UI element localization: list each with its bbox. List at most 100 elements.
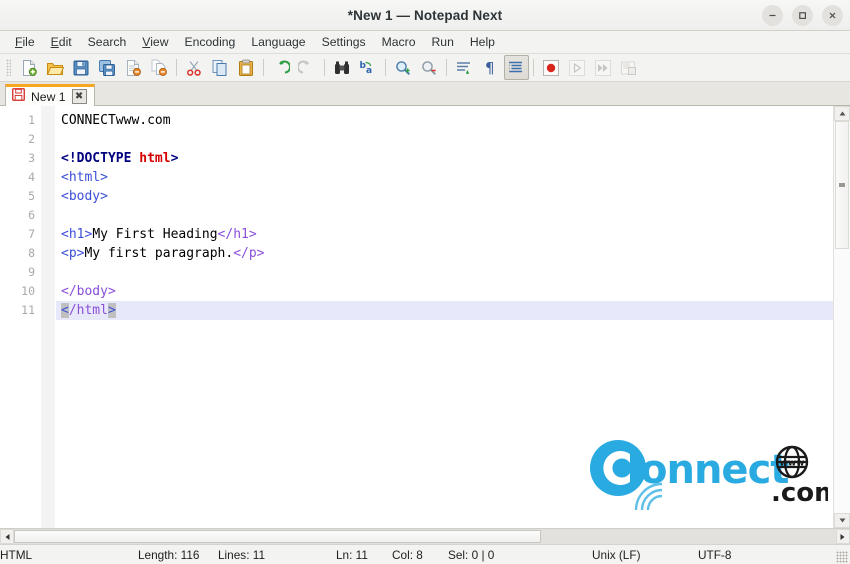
logo-signal-waves <box>634 482 663 511</box>
save-all-icon[interactable] <box>95 55 120 80</box>
tab-new-1[interactable]: New 1 ✖ <box>5 84 95 106</box>
notepad-next-window: *New 1 — Notepad Next File Edit Search V… <box>0 0 850 564</box>
status-lines: Lines: 11 <box>218 547 266 562</box>
fast-playback-icon[interactable] <box>591 55 616 80</box>
tab-label: New 1 <box>31 89 66 104</box>
code-line[interactable] <box>56 130 850 149</box>
scroll-up-arrow-icon[interactable] <box>834 106 850 121</box>
menu-item-help[interactable]: Help <box>462 33 503 51</box>
status-eol[interactable]: Unix (LF) <box>592 548 641 562</box>
toolbar-separator <box>263 59 264 76</box>
code-token: <h1> <box>61 227 93 242</box>
toolbar-drag-handle[interactable] <box>6 59 11 76</box>
close-file-icon[interactable] <box>121 55 146 80</box>
editor-container: 1 2 3 4 5 6 7 8 9 10 11 CONNECTwww.com <… <box>0 106 850 544</box>
code-token: </h1> <box>217 227 257 242</box>
paste-clipboard-icon[interactable] <box>234 55 259 80</box>
status-sel: Sel: 0 | 0 <box>448 547 495 562</box>
code-line[interactable] <box>56 263 850 282</box>
menu-item-run[interactable]: Run <box>424 33 462 51</box>
maximize-button[interactable] <box>792 4 813 26</box>
replace-icon[interactable]: b a <box>356 55 381 80</box>
menu-item-search[interactable]: Search <box>80 33 135 51</box>
logo-domain-text: .com <box>771 478 828 508</box>
scroll-right-arrow-icon[interactable] <box>836 529 850 544</box>
open-folder-icon[interactable] <box>43 55 68 80</box>
horizontal-scrollbar[interactable] <box>0 528 850 544</box>
line-number: 4 <box>28 170 35 184</box>
menu-item-settings[interactable]: Settings <box>314 33 374 51</box>
status-bar: HTML Length: 116 Lines: 11 Ln: 11 Col: 8… <box>0 544 850 564</box>
code-token: <p> <box>61 246 85 261</box>
code-line[interactable]: <body> <box>56 187 850 206</box>
resize-grip[interactable] <box>836 551 848 563</box>
horizontal-scroll-thumb[interactable] <box>14 530 541 543</box>
status-length: Length: 116 <box>138 547 200 562</box>
save-icon[interactable] <box>69 55 94 80</box>
code-token: <html> <box>61 170 108 185</box>
logo-wordmark: onnect <box>640 447 789 493</box>
globe-www-text: www <box>780 459 805 469</box>
line-number: 10 <box>21 284 35 298</box>
vertical-scrollbar[interactable] <box>833 106 850 528</box>
close-button[interactable] <box>822 4 843 26</box>
record-macro-icon[interactable] <box>539 55 564 80</box>
horizontal-scroll-track[interactable] <box>14 529 836 544</box>
undo-arrow-icon[interactable] <box>269 55 294 80</box>
svg-text:¶: ¶ <box>485 59 495 77</box>
toolbar-separator <box>176 59 177 76</box>
code-text-area[interactable]: CONNECTwww.com <!DOCTYPE html> <html> <bod… <box>56 106 850 528</box>
menu-item-edit[interactable]: Edit <box>43 33 80 51</box>
indent-guide-icon[interactable] <box>503 55 529 80</box>
vertical-scroll-thumb[interactable] <box>835 121 849 249</box>
code-line[interactable]: </body> <box>56 282 850 301</box>
zoom-out-icon[interactable] <box>417 55 442 80</box>
vertical-scroll-track[interactable] <box>834 121 850 513</box>
save-macro-icon[interactable] <box>617 55 642 80</box>
code-lines: CONNECTwww.com <!DOCTYPE html> <html> <bod… <box>56 111 850 320</box>
toolbar: b a ¶ <box>0 54 850 82</box>
code-line[interactable]: <!DOCTYPE html> <box>56 149 850 168</box>
toolbar-separator <box>324 59 325 76</box>
status-encoding[interactable]: UTF-8 <box>698 548 731 562</box>
new-file-icon[interactable] <box>17 55 42 80</box>
copy-icon[interactable] <box>208 55 233 80</box>
zoom-in-icon[interactable] <box>391 55 416 80</box>
code-line[interactable]: <h1>My First Heading</h1> <box>56 225 850 244</box>
status-ln: Ln: 11 <box>336 547 368 562</box>
line-number: 2 <box>28 132 35 146</box>
cut-scissors-icon[interactable] <box>182 55 207 80</box>
code-line[interactable]: <html> <box>56 168 850 187</box>
menu-item-view[interactable]: View <box>134 33 176 51</box>
redo-arrow-icon[interactable] <box>295 55 320 80</box>
tab-close-button[interactable]: ✖ <box>71 89 87 104</box>
find-binoculars-icon[interactable] <box>330 55 355 80</box>
code-token: /html <box>68 303 108 318</box>
scroll-thumb-grip <box>839 183 845 187</box>
code-token: My First Heading <box>92 227 218 242</box>
code-token: > <box>107 303 116 318</box>
menu-item-language[interactable]: Language <box>243 33 313 51</box>
code-token: </p> <box>233 246 265 261</box>
minimize-button[interactable] <box>762 4 783 26</box>
code-line[interactable]: CONNECTwww.com <box>56 111 850 130</box>
word-wrap-icon[interactable] <box>452 55 477 80</box>
toolbar-separator <box>385 59 386 76</box>
code-line[interactable] <box>56 206 850 225</box>
close-all-files-icon[interactable] <box>147 55 172 80</box>
scroll-down-arrow-icon[interactable] <box>834 513 850 528</box>
menu-item-macro[interactable]: Macro <box>374 33 424 51</box>
svg-text:a: a <box>366 66 372 76</box>
play-macro-icon[interactable] <box>565 55 590 80</box>
scroll-left-arrow-icon[interactable] <box>0 529 14 544</box>
code-line[interactable]: <p>My first paragraph.</p> <box>56 244 850 263</box>
code-line[interactable]: </html> <box>56 301 850 320</box>
globe-icon: www <box>775 445 809 479</box>
logo-c-circle <box>590 440 646 496</box>
show-pilcrow-icon[interactable]: ¶ <box>478 55 503 80</box>
menu-item-file[interactable]: File <box>7 33 43 51</box>
menu-item-encoding[interactable]: Encoding <box>177 33 244 51</box>
line-number: 7 <box>28 227 35 241</box>
fold-margin[interactable] <box>41 106 56 528</box>
status-language[interactable]: HTML <box>0 548 32 562</box>
